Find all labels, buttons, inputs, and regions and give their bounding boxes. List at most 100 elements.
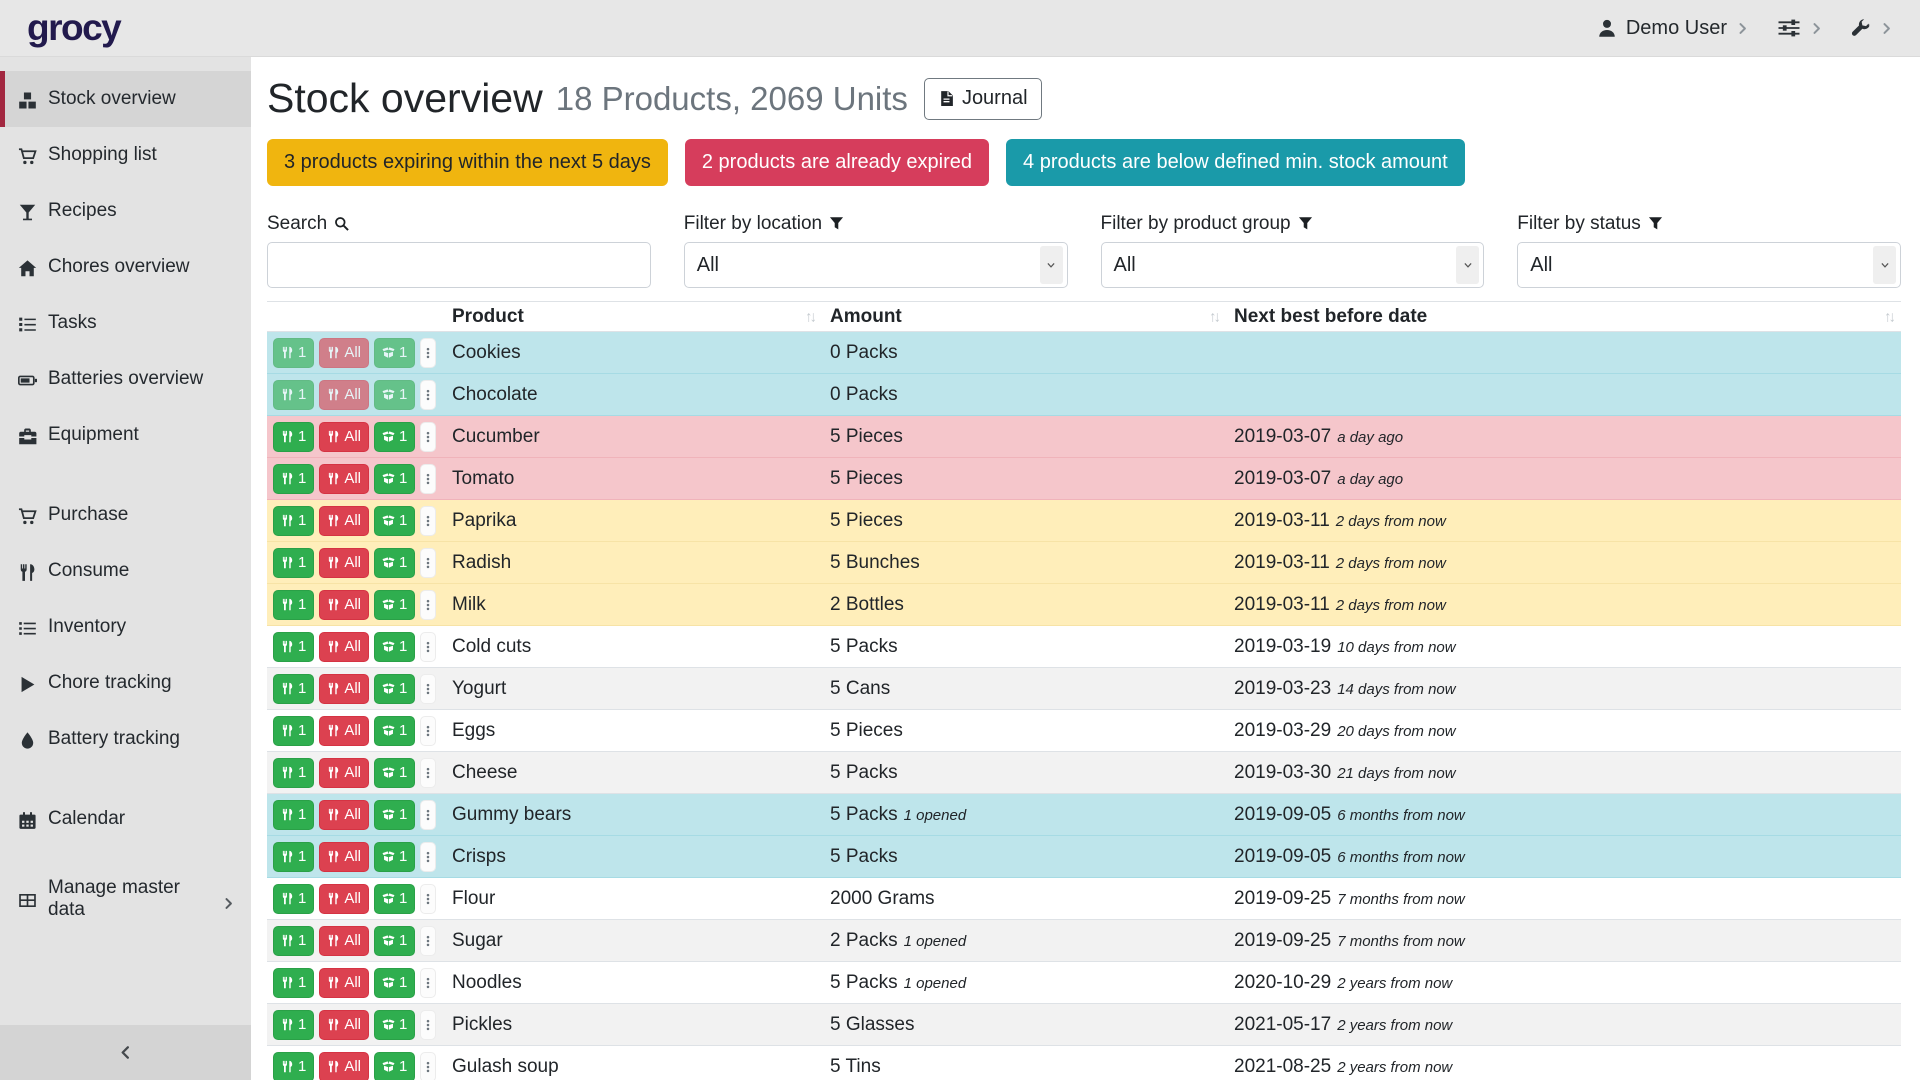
consume-one-button[interactable]: 1: [273, 548, 314, 578]
consume-all-button[interactable]: All: [319, 1010, 369, 1040]
open-one-button[interactable]: 1: [374, 842, 415, 872]
consume-one-button[interactable]: 1: [273, 1010, 314, 1040]
sidebar-item-battery-tracking[interactable]: Battery tracking: [0, 711, 251, 767]
consume-one-button[interactable]: 1: [273, 800, 314, 830]
open-one-button[interactable]: 1: [374, 716, 415, 746]
open-one-button[interactable]: 1: [374, 548, 415, 578]
consume-all-button[interactable]: All: [319, 464, 369, 494]
user-menu[interactable]: Demo User: [1597, 17, 1749, 40]
row-menu-button[interactable]: [420, 464, 436, 494]
row-menu-button[interactable]: [420, 338, 436, 368]
consume-all-button[interactable]: All: [319, 884, 369, 914]
sidebar-item-recipes[interactable]: Recipes: [0, 183, 251, 239]
consume-one-button[interactable]: 1: [273, 926, 314, 956]
row-menu-button[interactable]: [420, 1010, 436, 1040]
open-one-button[interactable]: 1: [374, 758, 415, 788]
open-one-button[interactable]: 1: [374, 590, 415, 620]
consume-all-button[interactable]: All: [319, 632, 369, 662]
row-menu-button[interactable]: [420, 842, 436, 872]
open-one-button[interactable]: 1: [374, 884, 415, 914]
consume-one-button[interactable]: 1: [273, 674, 314, 704]
open-one-button[interactable]: 1: [374, 968, 415, 998]
consume-one-button[interactable]: 1: [273, 422, 314, 452]
row-menu-button[interactable]: [420, 884, 436, 914]
alert-warning[interactable]: 3 products expiring within the next 5 da…: [267, 139, 668, 186]
sidebar-item-batteries-overview[interactable]: Batteries overview: [0, 351, 251, 407]
row-menu-button[interactable]: [420, 800, 436, 830]
row-menu-button[interactable]: [420, 548, 436, 578]
alert-info[interactable]: 4 products are below defined min. stock …: [1006, 139, 1465, 186]
row-menu-button[interactable]: [420, 968, 436, 998]
settings-menu[interactable]: [1777, 16, 1823, 40]
consume-all-button[interactable]: All: [319, 716, 369, 746]
column-header-product[interactable]: Product↑↓: [444, 302, 822, 332]
alert-danger[interactable]: 2 products are already expired: [685, 139, 989, 186]
consume-one-button[interactable]: 1: [273, 338, 314, 368]
consume-all-button[interactable]: All: [319, 422, 369, 452]
consume-one-button[interactable]: 1: [273, 758, 314, 788]
consume-one-button[interactable]: 1: [273, 380, 314, 410]
open-one-button[interactable]: 1: [374, 338, 415, 368]
row-menu-button[interactable]: [420, 674, 436, 704]
open-one-button[interactable]: 1: [374, 674, 415, 704]
consume-one-button[interactable]: 1: [273, 506, 314, 536]
consume-all-button[interactable]: All: [319, 968, 369, 998]
row-menu-button[interactable]: [420, 590, 436, 620]
open-one-button[interactable]: 1: [374, 506, 415, 536]
filter-by-product-group-select[interactable]: All: [1101, 242, 1485, 288]
open-one-button[interactable]: 1: [374, 800, 415, 830]
row-menu-button[interactable]: [420, 1052, 436, 1080]
sidebar-item-calendar[interactable]: Calendar: [0, 791, 251, 847]
sidebar-collapse-button[interactable]: [0, 1025, 251, 1080]
consume-all-button[interactable]: All: [319, 926, 369, 956]
consume-all-button[interactable]: All: [319, 338, 369, 368]
consume-one-button[interactable]: 1: [273, 716, 314, 746]
consume-all-button[interactable]: All: [319, 380, 369, 410]
consume-all-button[interactable]: All: [319, 800, 369, 830]
sidebar-item-consume[interactable]: Consume: [0, 543, 251, 599]
row-menu-button[interactable]: [420, 506, 436, 536]
filter-by-status-select[interactable]: All: [1517, 242, 1901, 288]
journal-button[interactable]: Journal: [924, 78, 1042, 120]
sidebar-item-inventory[interactable]: Inventory: [0, 599, 251, 655]
consume-all-button[interactable]: All: [319, 842, 369, 872]
consume-one-button[interactable]: 1: [273, 590, 314, 620]
sidebar-item-manage-master-data[interactable]: Manage master data: [0, 871, 251, 927]
row-menu-button[interactable]: [420, 632, 436, 662]
consume-all-button[interactable]: All: [319, 1052, 369, 1080]
sidebar-item-stock-overview[interactable]: Stock overview: [0, 71, 251, 127]
consume-all-button[interactable]: All: [319, 548, 369, 578]
filter-by-location-select[interactable]: All: [684, 242, 1068, 288]
row-menu-button[interactable]: [420, 926, 436, 956]
row-menu-button[interactable]: [420, 380, 436, 410]
search-input[interactable]: [267, 242, 651, 288]
column-header-amount[interactable]: Amount↑↓: [822, 302, 1226, 332]
open-one-button[interactable]: 1: [374, 464, 415, 494]
app-logo[interactable]: grocy: [27, 7, 120, 49]
consume-one-button[interactable]: 1: [273, 968, 314, 998]
row-menu-button[interactable]: [420, 716, 436, 746]
sidebar-item-chores-overview[interactable]: Chores overview: [0, 239, 251, 295]
sidebar-item-shopping-list[interactable]: Shopping list: [0, 127, 251, 183]
consume-one-button[interactable]: 1: [273, 464, 314, 494]
sidebar-item-chore-tracking[interactable]: Chore tracking: [0, 655, 251, 711]
consume-one-button[interactable]: 1: [273, 884, 314, 914]
open-one-button[interactable]: 1: [374, 1010, 415, 1040]
open-one-button[interactable]: 1: [374, 926, 415, 956]
consume-all-button[interactable]: All: [319, 674, 369, 704]
open-one-button[interactable]: 1: [374, 1052, 415, 1080]
column-header-next-best-before-date[interactable]: Next best before date↑↓: [1226, 302, 1901, 332]
open-one-button[interactable]: 1: [374, 632, 415, 662]
sidebar-item-equipment[interactable]: Equipment: [0, 407, 251, 463]
sidebar-item-purchase[interactable]: Purchase: [0, 487, 251, 543]
consume-all-button[interactable]: All: [319, 758, 369, 788]
consume-one-button[interactable]: 1: [273, 1052, 314, 1080]
consume-one-button[interactable]: 1: [273, 632, 314, 662]
row-menu-button[interactable]: [420, 758, 436, 788]
consume-all-button[interactable]: All: [319, 506, 369, 536]
consume-one-button[interactable]: 1: [273, 842, 314, 872]
open-one-button[interactable]: 1: [374, 422, 415, 452]
open-one-button[interactable]: 1: [374, 380, 415, 410]
consume-all-button[interactable]: All: [319, 590, 369, 620]
row-menu-button[interactable]: [420, 422, 436, 452]
